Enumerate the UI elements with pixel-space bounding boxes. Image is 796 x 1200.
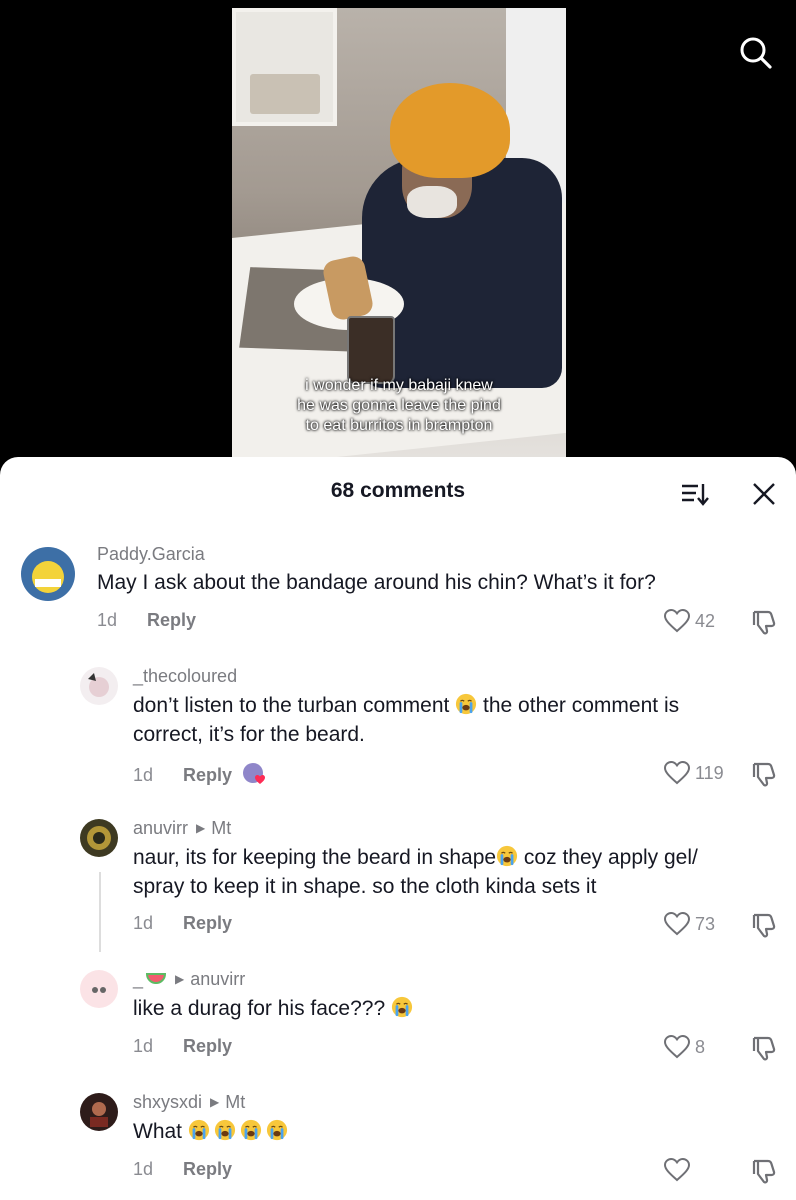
like-count: 8	[695, 1036, 706, 1057]
reply-arrow-icon: ▶	[175, 972, 185, 986]
reply-button[interactable]: Reply	[147, 610, 196, 630]
comment-username[interactable]: _ ▶ anuvirr	[133, 969, 245, 990]
reply-arrow-icon: ▶	[210, 1095, 220, 1109]
window	[232, 8, 337, 126]
avatar-image	[90, 1102, 108, 1127]
reply-to-username[interactable]: Mt	[225, 1092, 245, 1112]
comment-text: don’t listen to the turban comment the o…	[133, 691, 679, 749]
heart-icon	[663, 1034, 691, 1060]
like-count: 119	[695, 762, 724, 783]
watermelon-icon	[146, 973, 167, 984]
sort-icon[interactable]	[680, 481, 710, 507]
thread-line	[99, 872, 101, 952]
caption-line: to eat burritos in brampton	[305, 417, 493, 434]
creator-liked-badge	[243, 763, 266, 784]
thumbs-down-icon[interactable]	[750, 760, 778, 788]
avatar[interactable]	[80, 667, 118, 705]
heart-icon	[663, 760, 691, 786]
thumbs-down-icon[interactable]	[750, 911, 778, 939]
turban	[390, 83, 510, 178]
comment-meta: 1d Reply	[133, 913, 232, 934]
like-button[interactable]: 42	[663, 608, 715, 634]
search-icon[interactable]	[737, 34, 773, 70]
heart-icon	[663, 1157, 691, 1183]
loudly-crying-face-emoji	[391, 996, 413, 1018]
glass	[347, 316, 395, 384]
thumbs-down-icon[interactable]	[750, 1157, 778, 1185]
thumbs-down-icon[interactable]	[750, 608, 778, 636]
reply-button[interactable]: Reply	[183, 765, 232, 785]
like-count: 42	[695, 610, 716, 631]
avatar[interactable]	[21, 547, 75, 601]
loudly-crying-face-emoji	[240, 1119, 262, 1141]
comment-meta: 1d Reply	[133, 1036, 232, 1057]
comment-text: naur, its for keeping the beard in shape…	[133, 843, 698, 901]
beard-cloth	[407, 186, 457, 218]
shelf	[250, 74, 320, 114]
avatar[interactable]	[80, 1093, 118, 1131]
like-button[interactable]: 119	[663, 760, 724, 786]
comment-text: May I ask about the bandage around his c…	[97, 571, 656, 594]
comment-text-part: spray to keep it in shape. so the cloth …	[133, 875, 597, 898]
comment-text-part: correct, it’s for the beard.	[133, 723, 365, 746]
loudly-crying-face-emoji	[455, 693, 477, 715]
comment-text-part: don’t listen to the turban comment	[133, 694, 456, 717]
thumbs-down-icon[interactable]	[750, 1034, 778, 1062]
video-frame[interactable]: i wonder if my babaji knew he was gonna …	[232, 8, 566, 468]
comment-username[interactable]: anuvirr ▶ Mt	[133, 818, 231, 839]
like-button[interactable]: 8	[663, 1034, 705, 1060]
comment-text-part: What	[133, 1120, 188, 1143]
avatar[interactable]	[80, 819, 118, 857]
heart-icon	[663, 608, 691, 634]
like-button[interactable]: 73	[663, 911, 715, 937]
comment-age: 1d	[133, 1159, 154, 1179]
comment-text: like a durag for his face???	[133, 994, 413, 1023]
comment-username[interactable]: _thecoloured	[133, 666, 237, 687]
avatar[interactable]	[80, 970, 118, 1008]
comments-count: 68 comments	[330, 479, 466, 502]
avatar-image	[87, 826, 111, 850]
comment-meta: 1d Reply	[97, 610, 196, 631]
loudly-crying-face-emoji	[496, 845, 518, 867]
comment-username[interactable]: Paddy.Garcia	[97, 544, 205, 565]
video-caption: i wonder if my babaji knew he was gonna …	[232, 376, 566, 436]
like-button[interactable]	[663, 1157, 695, 1183]
reply-arrow-icon: ▶	[196, 821, 206, 835]
sheet-header: 68 comments	[0, 457, 796, 525]
comment-age: 1d	[133, 1036, 154, 1056]
comment-meta: 1d Reply	[133, 762, 268, 786]
comment-age: 1d	[97, 610, 118, 630]
close-icon[interactable]	[751, 481, 777, 507]
username-text[interactable]: _	[133, 969, 143, 989]
comment-text-part: the other comment is	[477, 694, 680, 717]
avatar-image	[88, 673, 109, 697]
comment-username[interactable]: shxysxdi ▶ Mt	[133, 1092, 245, 1113]
loudly-crying-face-emoji	[214, 1119, 236, 1141]
like-count: 73	[695, 913, 716, 934]
comment-text-part: coz they apply gel/	[518, 846, 698, 869]
comment-text: What	[133, 1117, 288, 1146]
comment-text-part: like a durag for his face???	[133, 997, 391, 1020]
reply-to-username[interactable]: anuvirr	[190, 969, 245, 989]
video-area[interactable]: i wonder if my babaji knew he was gonna …	[0, 0, 796, 470]
caption-line: he was gonna leave the pind	[297, 397, 501, 414]
heart-icon	[663, 911, 691, 937]
comment-age: 1d	[133, 913, 154, 933]
reply-button[interactable]: Reply	[183, 1159, 232, 1179]
loudly-crying-face-emoji	[266, 1119, 288, 1141]
comment-text-part: naur, its for keeping the beard in shape	[133, 846, 497, 869]
loudly-crying-face-emoji	[188, 1119, 210, 1141]
comment-meta: 1d Reply	[133, 1159, 232, 1180]
reply-button[interactable]: Reply	[183, 1036, 232, 1056]
username-text[interactable]: shxysxdi	[133, 1092, 202, 1112]
comment-age: 1d	[133, 765, 154, 785]
caption-line: i wonder if my babaji knew	[305, 377, 493, 394]
username-text[interactable]: anuvirr	[133, 818, 188, 838]
reply-button[interactable]: Reply	[183, 913, 232, 933]
reply-to-username[interactable]: Mt	[211, 818, 231, 838]
avatar-image	[32, 561, 64, 593]
avatar-image	[92, 987, 106, 993]
